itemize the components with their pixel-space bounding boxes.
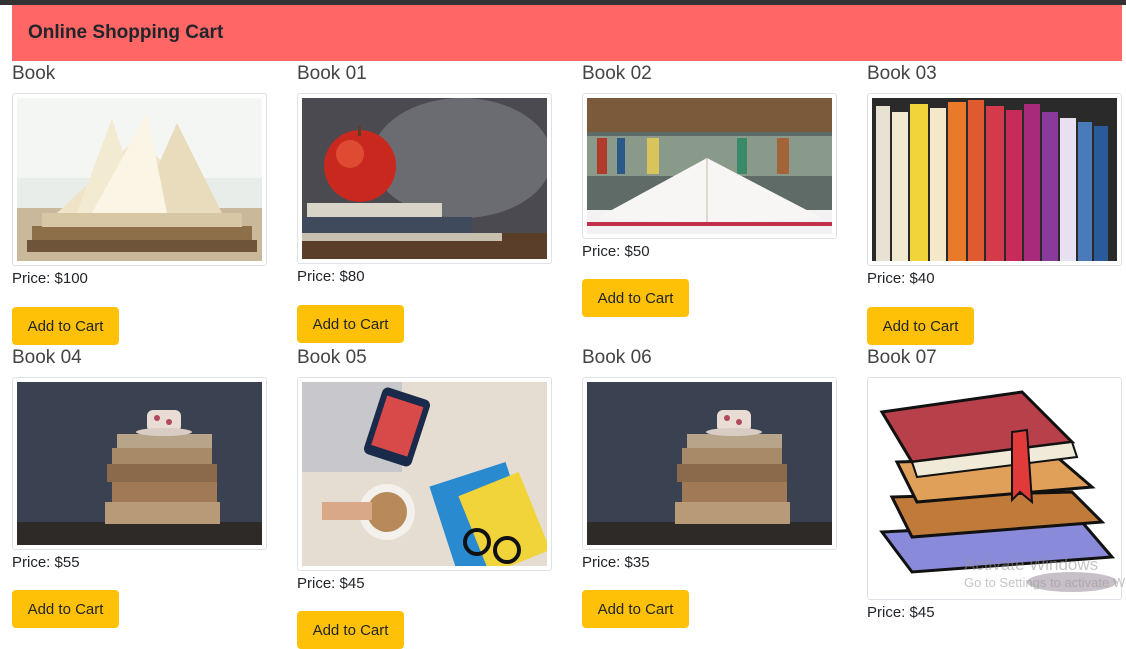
add-to-cart-button[interactable]: Add to Cart [12, 307, 119, 345]
product-title: Book 03 [867, 63, 937, 84]
product-price: Price: $40 [867, 270, 935, 287]
product-card-book-02: Book 02 Price: $50 Add to Cart [582, 62, 837, 317]
product-card-book-07: Book 07 Price: $45 [867, 346, 1122, 621]
product-thumbnail[interactable] [867, 377, 1122, 600]
product-price: Price: $35 [582, 554, 650, 571]
product-price: Price: $45 [867, 604, 935, 621]
colorful-bookshelf-image [872, 98, 1117, 261]
product-card-book-03: Book 03 Price: $40 Add to Cart [867, 62, 1122, 345]
product-price: Price: $45 [297, 575, 365, 592]
add-to-cart-button[interactable]: Add to Cart [582, 279, 689, 317]
add-to-cart-button[interactable]: Add to Cart [867, 307, 974, 345]
product-title: Book 06 [582, 347, 652, 368]
product-thumbnail[interactable] [297, 377, 552, 571]
teacup-on-old-books-image [17, 382, 262, 545]
product-title: Book 04 [12, 347, 82, 368]
product-title: Book 01 [297, 63, 367, 84]
teacup-on-old-books-image [587, 382, 832, 545]
open-book-image [17, 98, 262, 261]
product-price: Price: $100 [12, 270, 88, 287]
stack-of-books-clipart-image [872, 382, 1117, 595]
product-title: Book 02 [582, 63, 652, 84]
product-card-book-05: Book 05 Price: $45 Add to Cart [297, 346, 552, 649]
phone-coffee-book-image [302, 382, 547, 566]
product-price: Price: $50 [582, 243, 650, 260]
add-to-cart-button[interactable]: Add to Cart [297, 305, 404, 343]
product-price: Price: $55 [12, 554, 80, 571]
add-to-cart-button[interactable]: Add to Cart [582, 590, 689, 628]
product-card-book-06: Book 06 Price: $35 Add to Cart [582, 346, 837, 628]
open-book-bookshelf-image [587, 98, 832, 234]
apple-on-books-image [302, 98, 547, 259]
product-title: Book [12, 63, 56, 84]
product-thumbnail[interactable] [582, 93, 837, 239]
add-to-cart-button[interactable]: Add to Cart [297, 611, 404, 649]
product-card-book: Book Price: $100 Add to Cart [12, 62, 267, 345]
product-card-book-04: Book 04 Price: $55 Add to Cart [12, 346, 267, 628]
product-title: Book 07 [867, 347, 937, 368]
navbar: Online Shopping Cart [12, 5, 1122, 61]
add-to-cart-button[interactable]: Add to Cart [12, 590, 119, 628]
page-title: Online Shopping Cart [28, 22, 224, 43]
product-thumbnail[interactable] [12, 377, 267, 550]
product-thumbnail[interactable] [867, 93, 1122, 266]
product-thumbnail[interactable] [297, 93, 552, 264]
product-title: Book 05 [297, 347, 367, 368]
product-price: Price: $80 [297, 268, 365, 285]
product-card-book-01: Book 01 Price: $80 Add to Cart [297, 62, 552, 343]
product-thumbnail[interactable] [12, 93, 267, 266]
product-thumbnail[interactable] [582, 377, 837, 550]
